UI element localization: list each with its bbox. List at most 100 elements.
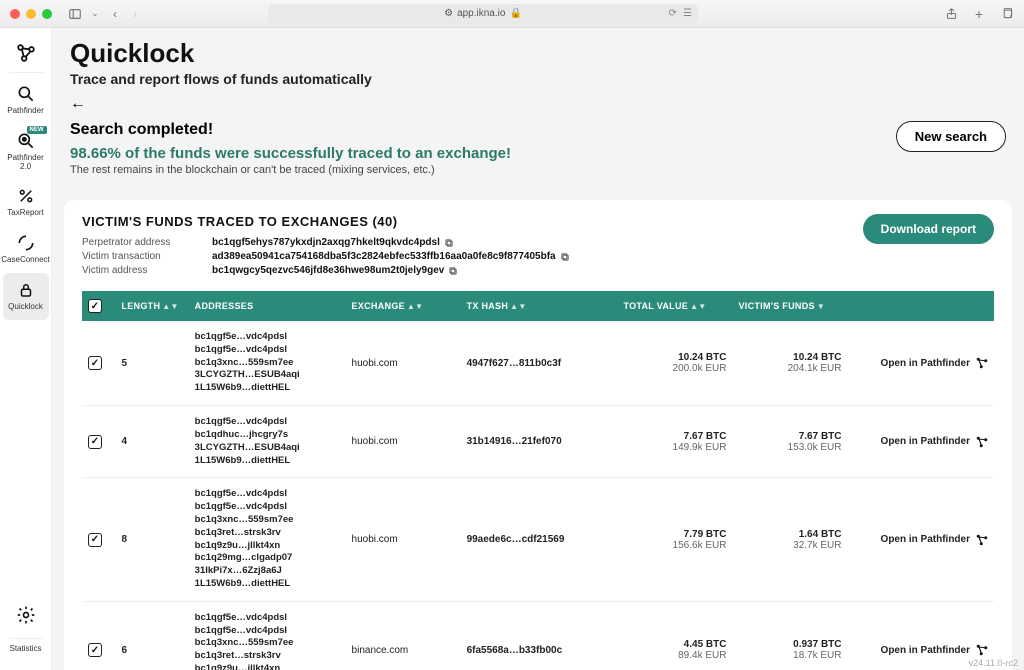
- sidebar-item-pathfinder[interactable]: Pathfinder: [3, 77, 49, 124]
- copy-icon[interactable]: [560, 252, 570, 262]
- row-checkbox[interactable]: [88, 435, 102, 449]
- share-icon[interactable]: [944, 7, 958, 21]
- secure-icon: 🔒: [509, 8, 521, 19]
- tabs-icon[interactable]: [1000, 7, 1014, 21]
- sidebar-item-label: Pathfinder 2.0: [5, 154, 47, 172]
- status-title: Search completed!: [70, 121, 511, 139]
- row-length: 4: [115, 406, 188, 478]
- back-icon[interactable]: ‹: [108, 7, 122, 21]
- table-row: 6 bc1qgf5e…vdc4pdslbc1qgf5e…vdc4pdslbc1q…: [82, 601, 994, 670]
- col-select[interactable]: [82, 291, 115, 321]
- open-in-pathfinder-link[interactable]: Open in Pathfinder: [854, 357, 989, 369]
- forward-icon[interactable]: ›: [128, 7, 142, 21]
- search-icon: [15, 83, 37, 105]
- sidebar-item-settings[interactable]: [3, 598, 49, 634]
- sidebar-item-taxreport[interactable]: TaxReport: [3, 179, 49, 226]
- col-txhash[interactable]: TX HASH▲▼: [461, 291, 618, 321]
- maximize-window[interactable]: [42, 9, 52, 19]
- window-controls: [10, 9, 52, 19]
- row-exchange: huobi.com: [346, 406, 461, 478]
- open-in-pathfinder-link[interactable]: Open in Pathfinder: [854, 534, 989, 546]
- tx-value: ad389ea50941ca754168dba5f3c2824ebfec533f…: [212, 251, 556, 262]
- row-victims-funds: 1.64 BTC32.7k EUR: [732, 478, 847, 602]
- row-addresses: bc1qgf5e…vdc4pdslbc1qgf5e…vdc4pdslbc1q3x…: [195, 488, 340, 591]
- reader-icon[interactable]: ☰: [683, 8, 692, 19]
- page-subtitle: Trace and report flows of funds automati…: [70, 71, 1006, 87]
- table-row: 4 bc1qgf5e…vdc4pdslbc1qdhuc…jhcgry7s3LCY…: [82, 406, 994, 478]
- row-exchange: huobi.com: [346, 321, 461, 406]
- row-total: 7.79 BTC156.6k EUR: [617, 478, 732, 602]
- col-exchange[interactable]: EXCHANGE▲▼: [346, 291, 461, 321]
- download-report-button[interactable]: Download report: [863, 214, 994, 244]
- logo[interactable]: [3, 36, 49, 68]
- sidebar-item-label: Quicklock: [8, 303, 43, 312]
- main-content: Quicklock Trace and report flows of fund…: [52, 28, 1024, 670]
- col-victims[interactable]: VICTIM'S FUNDS▼: [732, 291, 847, 321]
- row-total: 4.45 BTC89.4k EUR: [617, 601, 732, 670]
- open-in-pathfinder-link[interactable]: Open in Pathfinder: [854, 644, 989, 656]
- row-victims-funds: 0.937 BTC18.7k EUR: [732, 601, 847, 670]
- new-tab-icon[interactable]: +: [972, 7, 986, 21]
- sidebar-item-quicklock[interactable]: Quicklock: [3, 273, 49, 320]
- graph-icon: [976, 357, 988, 369]
- copy-icon[interactable]: [444, 238, 454, 248]
- row-checkbox[interactable]: [88, 643, 102, 657]
- row-addresses: bc1qgf5e…vdc4pdslbc1qgf5e…vdc4pdslbc1q3x…: [195, 331, 340, 395]
- row-exchange: huobi.com: [346, 478, 461, 602]
- row-txhash: 99aede6c…cdf21569: [461, 478, 618, 602]
- card-title: VICTIM'S FUNDS TRACED TO EXCHANGES (40): [82, 214, 570, 229]
- row-victims-funds: 7.67 BTC153.0k EUR: [732, 406, 847, 478]
- graph-icon: [976, 644, 988, 656]
- close-window[interactable]: [10, 9, 20, 19]
- row-total: 10.24 BTC200.0k EUR: [617, 321, 732, 406]
- col-total[interactable]: TOTAL VALUE▲▼: [617, 291, 732, 321]
- perp-value: bc1qgf5ehys787ykxdjn2axqg7hkelt9qkvdc4pd…: [212, 237, 440, 248]
- row-checkbox[interactable]: [88, 356, 102, 370]
- sidebar-item-label: TaxReport: [7, 209, 43, 218]
- graph-icon: [976, 534, 988, 546]
- addr-value: bc1qwgcy5qezvc546jfd8e36hwe98um2t0jely9g…: [212, 265, 444, 276]
- row-length: 8: [115, 478, 188, 602]
- new-badge: NEW: [27, 126, 47, 134]
- status-summary: 98.66% of the funds were successfully tr…: [70, 145, 511, 162]
- addr-label: Victim address: [82, 265, 192, 276]
- copy-icon[interactable]: [448, 266, 458, 276]
- status-note: The rest remains in the blockchain or ca…: [70, 164, 511, 176]
- version-label: v24.11.0-rc2: [969, 658, 1018, 668]
- sidebar-item-label: Statistics: [9, 645, 41, 654]
- minimize-window[interactable]: [26, 9, 36, 19]
- col-length[interactable]: LENGTH▲▼: [115, 291, 188, 321]
- logo-icon: [15, 42, 37, 64]
- select-all-checkbox[interactable]: [88, 299, 102, 313]
- url-bar[interactable]: ⚙ app.ikna.io 🔒 ⟳ ☰: [268, 4, 698, 24]
- table-row: 8 bc1qgf5e…vdc4pdslbc1qgf5e…vdc4pdslbc1q…: [82, 478, 994, 602]
- tx-label: Victim transaction: [82, 251, 192, 262]
- page-title: Quicklock: [70, 38, 1006, 69]
- sidebar: Pathfinder NEW Pathfinder 2.0 TaxReport …: [0, 28, 52, 670]
- browser-chrome: ⌄ ‹ › ⚙ app.ikna.io 🔒 ⟳ ☰ +: [0, 0, 1024, 28]
- col-addresses: ADDRESSES: [189, 291, 346, 321]
- sidebar-item-label: CaseConnect: [1, 256, 49, 265]
- row-length: 5: [115, 321, 188, 406]
- refresh-icon[interactable]: ⟳: [669, 8, 677, 19]
- chevron-down-icon[interactable]: ⌄: [88, 7, 102, 21]
- row-total: 7.67 BTC149.9k EUR: [617, 406, 732, 478]
- sidebar-item-caseconnect[interactable]: CaseConnect: [3, 226, 49, 273]
- gear-icon: [15, 604, 37, 626]
- row-txhash: 4947f627…811b0c3f: [461, 321, 618, 406]
- lock-icon: [15, 279, 37, 301]
- percent-icon: [15, 185, 37, 207]
- url-text: app.ikna.io: [457, 8, 505, 19]
- graph-icon: [976, 436, 988, 448]
- connect-icon: [15, 232, 37, 254]
- row-checkbox[interactable]: [88, 533, 102, 547]
- row-addresses: bc1qgf5e…vdc4pdslbc1qgf5e…vdc4pdslbc1q3x…: [195, 612, 340, 670]
- open-in-pathfinder-link[interactable]: Open in Pathfinder: [854, 436, 989, 448]
- sidebar-toggle-icon[interactable]: [68, 7, 82, 21]
- new-search-button[interactable]: New search: [896, 121, 1006, 152]
- sidebar-item-statistics[interactable]: Statistics: [3, 643, 49, 662]
- sidebar-item-label: Pathfinder: [7, 107, 43, 116]
- back-button[interactable]: ←: [70, 95, 86, 113]
- results-table: LENGTH▲▼ ADDRESSES EXCHANGE▲▼ TX HASH▲▼ …: [82, 291, 994, 670]
- sidebar-item-pathfinder2[interactable]: NEW Pathfinder 2.0: [3, 124, 49, 180]
